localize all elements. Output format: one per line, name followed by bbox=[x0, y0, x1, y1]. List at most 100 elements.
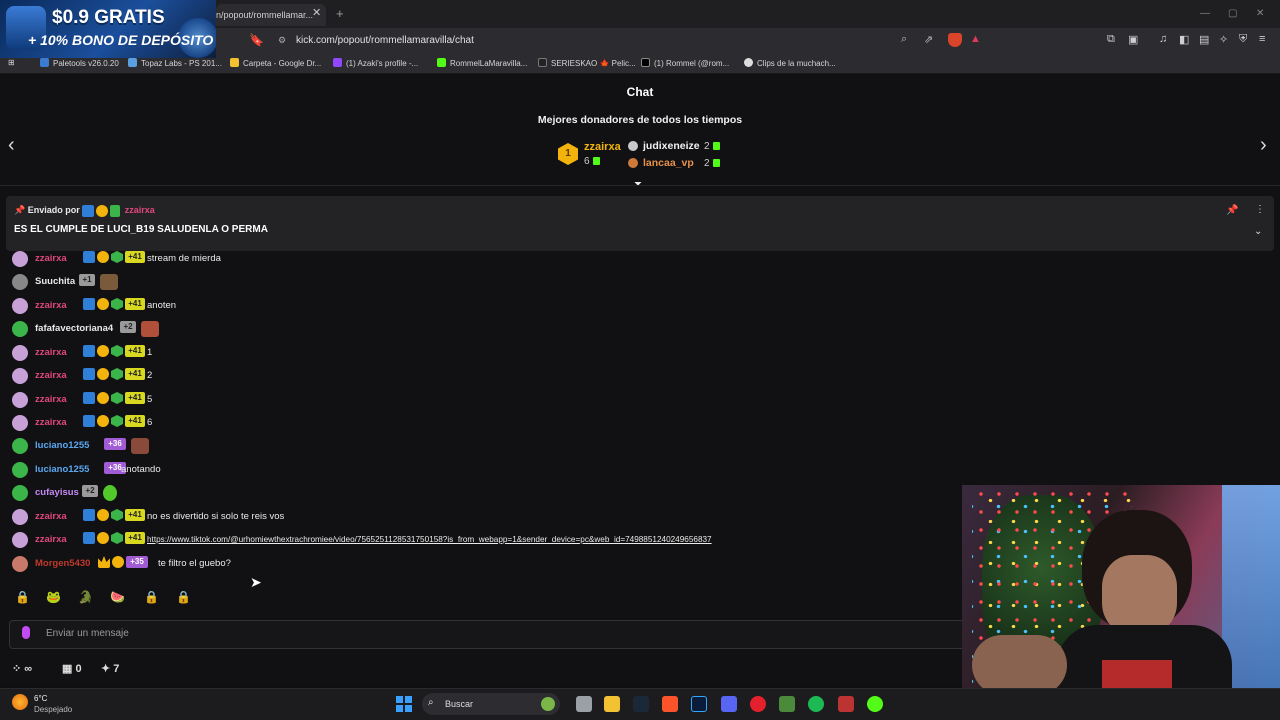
emote-icon[interactable]: 🐊 bbox=[78, 590, 93, 604]
username[interactable]: cufayisus bbox=[35, 487, 79, 498]
username[interactable]: luciano1255 bbox=[35, 440, 89, 451]
wallet-icon[interactable]: ▣ bbox=[1128, 33, 1138, 46]
gifts-stat[interactable]: ▦ 0 bbox=[62, 662, 82, 675]
donor-name[interactable]: judixeneize bbox=[643, 140, 700, 152]
username[interactable]: zzairxa bbox=[35, 417, 67, 428]
sidebar-icon[interactable]: ◧ bbox=[1179, 33, 1189, 46]
steam-icon[interactable] bbox=[633, 696, 649, 712]
avatar[interactable] bbox=[12, 485, 28, 501]
avatar[interactable] bbox=[12, 532, 28, 548]
brave-shield-icon[interactable] bbox=[948, 33, 962, 47]
top-donor-name[interactable]: zzairxa bbox=[584, 141, 621, 153]
taskbar-search[interactable] bbox=[422, 693, 560, 715]
promo-banner[interactable]: $0.9 GRATIS + 10% BONO DE DEPÓSITO bbox=[0, 0, 216, 58]
extensions-icon[interactable]: ⧉ bbox=[1107, 33, 1115, 46]
bookmark-favicon bbox=[744, 58, 753, 67]
discord-icon[interactable] bbox=[721, 696, 737, 712]
windows-start-icon[interactable] bbox=[396, 696, 412, 712]
close-window-icon[interactable]: ✕ bbox=[1256, 8, 1264, 19]
menu-icon[interactable]: ≡ bbox=[1259, 33, 1265, 45]
avatar[interactable] bbox=[12, 321, 28, 337]
username[interactable]: zzairxa bbox=[35, 300, 67, 311]
points-stat[interactable]: ✦ 7 bbox=[101, 662, 119, 675]
bookmark-item[interactable]: Paletools v26.0.20 bbox=[40, 58, 119, 68]
browser-tab[interactable]: n/popout/rommellamar... bbox=[216, 4, 326, 26]
pin-icon[interactable]: 📌 bbox=[1226, 205, 1238, 216]
lock-icon[interactable]: 🔒 bbox=[176, 590, 191, 604]
message-text: anoten bbox=[147, 300, 177, 311]
bookmark-item[interactable]: (1) Azaki's profile -... bbox=[333, 58, 418, 68]
username[interactable]: zzairxa bbox=[35, 534, 67, 545]
app-icon[interactable] bbox=[867, 696, 883, 712]
vpn-icon[interactable]: ⛨ bbox=[1239, 33, 1247, 46]
bookmark-item[interactable]: Topaz Labs - PS 201... bbox=[128, 58, 222, 68]
site-info-icon[interactable]: ⚙ bbox=[278, 35, 286, 46]
opera-icon[interactable] bbox=[750, 696, 766, 712]
minimize-icon[interactable]: — bbox=[1200, 8, 1210, 19]
url-field[interactable]: kick.com/popout/rommellamaravilla/chat bbox=[270, 30, 990, 50]
chevron-right-icon[interactable]: › bbox=[1260, 134, 1267, 157]
microphone-icon[interactable] bbox=[22, 626, 30, 639]
message-link[interactable]: https://www.tiktok.com/@urhomiewthextrac… bbox=[147, 535, 712, 544]
lock-icon[interactable]: 🔒 bbox=[144, 590, 159, 604]
bookmark-item[interactable]: Clips de la muchach... bbox=[744, 58, 836, 68]
bookmark-item[interactable]: RommelLaMaravilla... bbox=[437, 58, 527, 68]
maximize-icon[interactable]: ▢ bbox=[1228, 8, 1237, 19]
task-view-icon[interactable] bbox=[576, 696, 592, 712]
username[interactable]: zzairxa bbox=[35, 370, 67, 381]
username[interactable]: fafafavectoriana4 bbox=[35, 323, 113, 334]
username[interactable]: zzairxa bbox=[35, 511, 67, 522]
avatar[interactable] bbox=[12, 462, 28, 478]
brave-rewards-icon[interactable]: ▲ bbox=[970, 33, 981, 45]
avatar[interactable] bbox=[12, 509, 28, 525]
avatar[interactable] bbox=[12, 438, 28, 454]
avatar[interactable] bbox=[12, 415, 28, 431]
app-icon[interactable] bbox=[779, 696, 795, 712]
username[interactable]: Suuchita bbox=[35, 276, 75, 287]
leo-ai-icon[interactable]: ✧ bbox=[1219, 33, 1228, 46]
lock-icon[interactable]: 🔒 bbox=[15, 590, 30, 604]
chat-input[interactable] bbox=[9, 620, 969, 649]
avatar[interactable] bbox=[12, 251, 28, 267]
chevron-down-icon[interactable]: ⌄ bbox=[1254, 226, 1262, 237]
weather-icon[interactable] bbox=[12, 694, 28, 710]
chevron-left-icon[interactable]: ‹ bbox=[8, 134, 15, 157]
bookmark-item[interactable]: SERIESKAO 🍁 Pelic... bbox=[538, 58, 636, 68]
page-title: Chat bbox=[626, 85, 654, 99]
new-tab-icon[interactable]: + bbox=[336, 6, 344, 21]
brave-icon[interactable] bbox=[662, 696, 678, 712]
spotify-icon[interactable] bbox=[808, 696, 824, 712]
badge-icon bbox=[110, 205, 121, 217]
avatar[interactable] bbox=[12, 556, 28, 572]
bookmark-icon[interactable]: 🔖 bbox=[249, 33, 264, 47]
media-icon[interactable]: ♫ bbox=[1159, 33, 1167, 45]
tab-close-icon[interactable]: ✕ bbox=[312, 6, 321, 19]
avatar[interactable] bbox=[12, 345, 28, 361]
avatar[interactable] bbox=[12, 274, 28, 290]
username[interactable]: zzairxa bbox=[35, 253, 67, 264]
more-options-icon[interactable]: ⋮ bbox=[1255, 204, 1265, 215]
app-icon[interactable] bbox=[838, 696, 854, 712]
username[interactable]: zzairxa bbox=[35, 347, 67, 358]
wallet-card-icon[interactable]: ▤ bbox=[1199, 33, 1209, 46]
bookmark-item[interactable]: Carpeta - Google Dr... bbox=[230, 58, 321, 68]
apps-icon[interactable]: ⊞ bbox=[8, 58, 15, 67]
viewers-stat[interactable]: ⁘ ∞ bbox=[12, 662, 32, 675]
zoom-icon[interactable]: ⌕ bbox=[901, 33, 907, 46]
avatar[interactable] bbox=[12, 392, 28, 408]
photoshop-icon[interactable] bbox=[691, 696, 707, 712]
avatar[interactable] bbox=[12, 368, 28, 384]
kick-gem-icon bbox=[712, 159, 720, 167]
avatar[interactable] bbox=[12, 298, 28, 314]
username[interactable]: luciano1255 bbox=[35, 464, 89, 475]
username[interactable]: Morgen5430 bbox=[35, 558, 90, 569]
bookmark-item[interactable]: (1) Rommel (@rom... bbox=[641, 58, 729, 68]
divider bbox=[0, 185, 1280, 186]
file-explorer-icon[interactable] bbox=[604, 696, 620, 712]
share-icon[interactable]: ⇗ bbox=[924, 33, 933, 46]
pepe-emote-icon[interactable]: 🐸 bbox=[46, 590, 61, 604]
donor-name[interactable]: lancaa_vp bbox=[643, 157, 694, 169]
username[interactable]: zzairxa bbox=[35, 394, 67, 405]
emote-icon[interactable]: 🍉 bbox=[110, 590, 125, 604]
promo-line-2: + 10% BONO DE DEPÓSITO bbox=[28, 32, 214, 48]
